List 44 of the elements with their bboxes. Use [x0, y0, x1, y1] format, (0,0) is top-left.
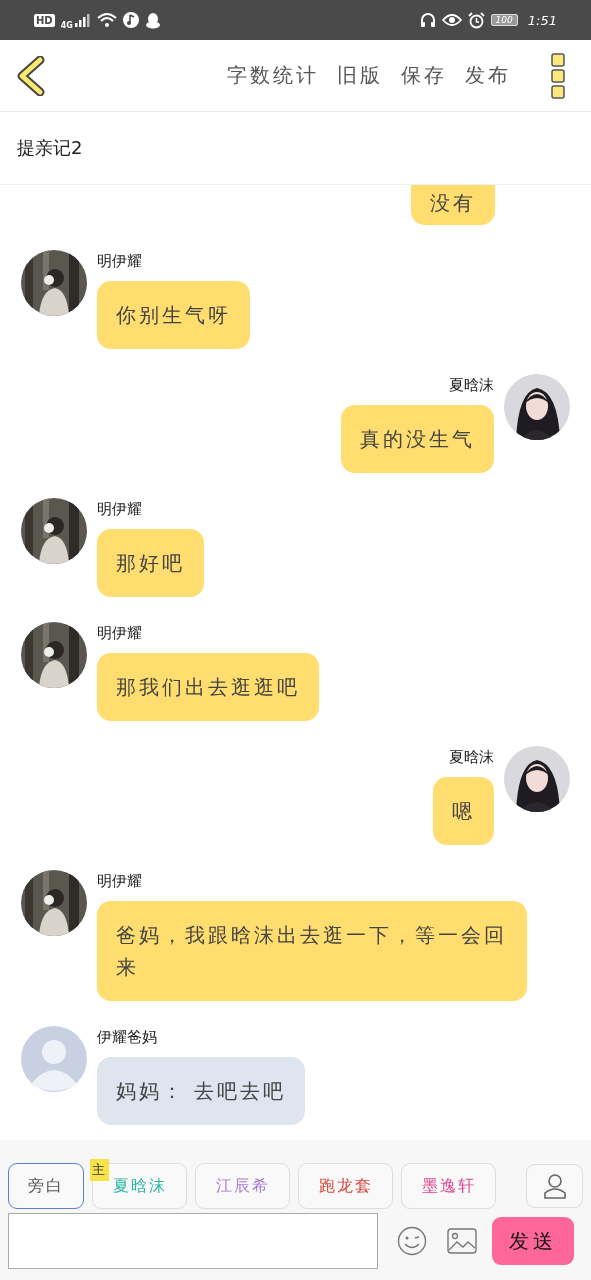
headphones-icon [419, 12, 436, 28]
sender-name: 夏晗沫 [449, 376, 494, 395]
header-action[interactable]: 保存 [401, 62, 447, 89]
message-input[interactable] [8, 1213, 378, 1269]
avatar-icon [21, 1026, 87, 1092]
send-button[interactable]: 发送 [492, 1217, 574, 1265]
lead-badge: 主 [90, 1159, 109, 1181]
header-action[interactable]: 字数统计 [227, 62, 319, 89]
message-bubble: 嗯 [433, 777, 494, 845]
network-label: 4G [60, 20, 73, 30]
story-title: 提亲记2 [17, 136, 83, 160]
role-tab[interactable]: 墨逸轩 [401, 1163, 496, 1209]
header-action[interactable]: 发布 [465, 62, 511, 89]
role-tab[interactable]: 跑龙套 [298, 1163, 393, 1209]
alarm-icon [467, 11, 485, 29]
menu-icon[interactable] [551, 52, 565, 99]
sender-name: 伊耀爸妈 [97, 1028, 157, 1047]
back-icon[interactable] [16, 55, 46, 96]
message-bubble: 真的没生气 [341, 405, 494, 473]
header-action[interactable]: 旧版 [337, 62, 383, 89]
sender-name: 明伊耀 [97, 500, 142, 519]
music-icon [122, 12, 139, 28]
person-button[interactable] [526, 1164, 583, 1208]
message-bubble: 没有 [411, 185, 495, 225]
signal-icon [74, 13, 91, 27]
role-tab[interactable]: 旁白 [8, 1163, 84, 1209]
person-icon [542, 1173, 567, 1199]
wifi-icon [96, 12, 117, 28]
image-icon[interactable] [447, 1228, 477, 1254]
clock-time: 1:51 [527, 12, 557, 28]
battery-icon: 100 [490, 14, 518, 26]
message-bubble: 那我们出去逛逛吧 [97, 653, 319, 721]
message-bubble: 妈妈： 去吧去吧 [97, 1057, 306, 1125]
message-bubble: 那好吧 [97, 529, 204, 597]
message-bubble: 你别生气呀 [97, 281, 250, 349]
eye-icon [441, 13, 462, 27]
message-bubble: 爸妈，我跟晗沫出去逛一下，等一会回来 [97, 901, 527, 1001]
hd-badge: HD [34, 13, 55, 27]
sender-name: 明伊耀 [97, 872, 142, 891]
sender-name: 夏晗沫 [449, 748, 494, 767]
penguin-icon [144, 11, 161, 29]
sender-name: 明伊耀 [97, 252, 142, 271]
emoji-icon[interactable] [397, 1226, 427, 1256]
sender-name: 明伊耀 [97, 624, 142, 643]
